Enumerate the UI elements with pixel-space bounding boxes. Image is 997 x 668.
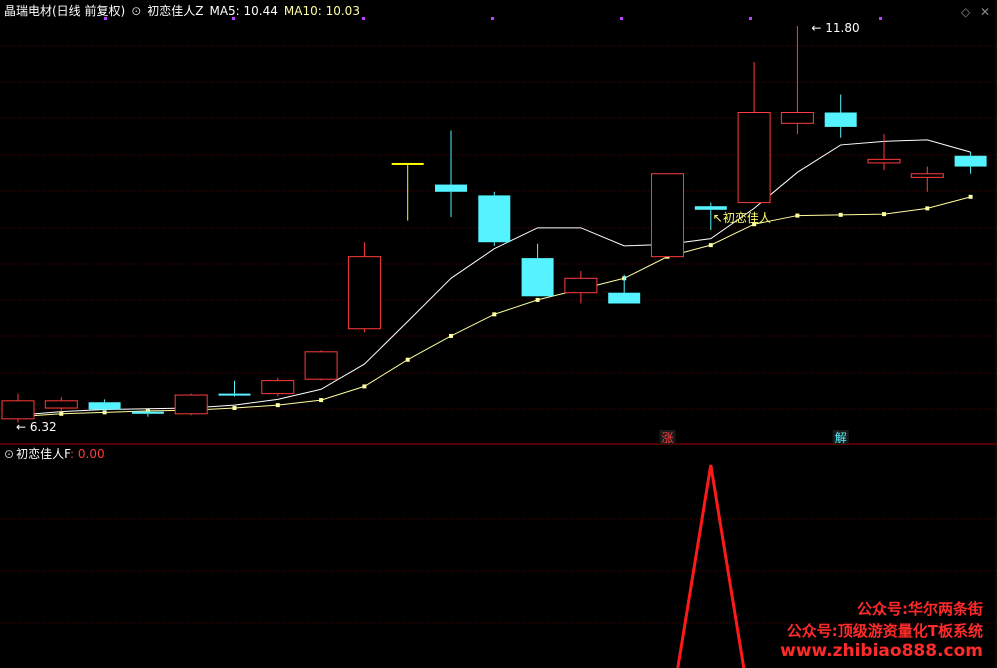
candle <box>391 162 424 221</box>
candle-body-down <box>218 393 251 396</box>
candle-body-up <box>174 394 208 415</box>
ma10-line-point <box>319 398 324 403</box>
candle-body-up <box>347 256 381 330</box>
ma5-label: MA5: 10.44 <box>209 4 278 18</box>
release-marker: 解 <box>835 431 847 445</box>
ma5-line <box>17 139 971 416</box>
ma10-line-point <box>232 406 237 411</box>
candle-body-down <box>88 402 121 410</box>
high-price-label: ← 11.80 <box>811 21 859 35</box>
ma10-line-point <box>449 333 453 338</box>
ma10-line-point <box>275 403 280 408</box>
top-tick-marker <box>620 17 623 20</box>
ma10-label: MA10: 10.03 <box>283 4 360 18</box>
candle <box>304 350 338 381</box>
candle <box>174 393 208 416</box>
candle <box>780 26 814 135</box>
candle-body-down <box>478 195 511 243</box>
stock-name[interactable]: 晶瑞电材(日线 前复权) <box>4 4 125 18</box>
close-icon[interactable]: ✕ <box>980 5 990 19</box>
low-price-label: ← 6.32 <box>16 420 57 434</box>
candle-body-down <box>694 206 727 210</box>
candle-body-up <box>1 400 35 420</box>
candle-body-up <box>780 111 814 124</box>
watermark-line-3: www.zhibiao888.com <box>780 641 983 661</box>
indicator-name[interactable]: 初恋佳人Z <box>147 4 203 18</box>
ma10-line-point <box>59 411 64 416</box>
lower-indicator-value: : 0.00 <box>70 447 105 461</box>
ma10-line-point <box>535 297 540 302</box>
signal-label: ↖初恋佳人 <box>713 210 771 225</box>
candle-body-up <box>44 400 78 409</box>
watermark-line-1: 公众号:华尔两条街 <box>857 600 983 618</box>
candle-body-up <box>651 173 684 258</box>
ma10-line-point <box>708 243 713 248</box>
settings-circle-icon[interactable]: ⊙ <box>131 4 141 18</box>
candle <box>564 271 598 304</box>
signal-spike-line <box>676 464 746 668</box>
candlestick-series <box>1 26 987 423</box>
candle-body-up <box>564 277 598 294</box>
candle <box>478 191 511 246</box>
candle <box>608 274 641 304</box>
top-tick-marker <box>879 17 882 20</box>
lower-panel-header: ⊙ 初恋佳人F: 0.00 <box>4 446 111 462</box>
ma10-line-point <box>405 357 410 362</box>
candle-body-down <box>608 292 641 304</box>
candle-body-down <box>824 112 857 127</box>
candle <box>521 243 554 297</box>
candle-body-down <box>435 184 467 192</box>
candle <box>737 62 771 204</box>
ma10-line-point <box>795 213 800 218</box>
price-labels: ← 11.80 ← 6.32 ↖初恋佳人涨 解 <box>16 21 860 445</box>
lower-indicator-panel <box>676 464 746 668</box>
ma10-line-point <box>362 384 367 389</box>
ma10-line-point <box>492 312 497 317</box>
top-tick-marker <box>749 17 752 20</box>
top-tick-marker <box>491 17 494 20</box>
grid-lines <box>0 0 997 668</box>
ma10-line-point <box>925 206 930 211</box>
candle <box>910 166 944 192</box>
ma10-line-point <box>838 212 843 217</box>
candle-body-up <box>910 173 944 178</box>
ma10-line-point <box>968 194 973 199</box>
candle-body-up <box>867 158 901 164</box>
candle <box>435 130 467 218</box>
settings-circle-icon[interactable]: ⊙ <box>4 447 14 461</box>
lower-indicator-name[interactable]: 初恋佳人F <box>16 447 70 461</box>
candle-body-up <box>304 351 338 380</box>
candle-body-up <box>737 111 771 204</box>
candle <box>824 94 857 138</box>
candle <box>651 173 684 258</box>
up-marker: 涨 <box>661 430 673 445</box>
candle-body-down <box>954 155 987 167</box>
watermark-line-2: 公众号:顶级游资量化T板系统 <box>786 622 983 640</box>
moving-average-lines <box>16 139 973 419</box>
candle <box>1 393 35 423</box>
candle <box>867 134 901 171</box>
chart-header: 晶瑞电材(日线 前复权) ⊙ 初恋佳人Z MA5: 10.44 MA10: 10.03 <box>4 3 366 19</box>
candle <box>218 380 251 397</box>
candle-body-down <box>131 411 164 414</box>
candle-body-up <box>261 380 295 395</box>
candle-body-down <box>521 258 554 297</box>
candle <box>261 377 295 397</box>
candle-body-flat <box>391 162 424 165</box>
candle <box>347 242 381 333</box>
kline-chart-canvas: ← 11.80 ← 6.32 ↖初恋佳人涨 解 <box>0 0 997 668</box>
diamond-icon[interactable]: ◇ <box>961 5 970 19</box>
ma10-line-point <box>882 212 886 217</box>
